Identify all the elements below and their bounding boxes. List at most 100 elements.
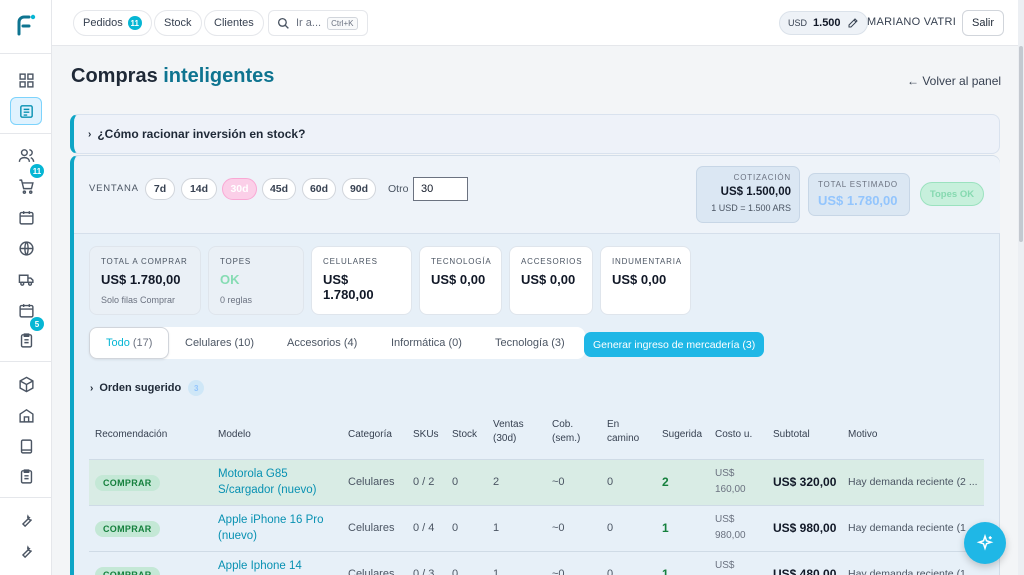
title-part1: Compras [71, 65, 164, 87]
en-camino-cell: 0 [607, 568, 614, 575]
category-tabs: Todo (17) Celulares (10) Accesorios (4) … [89, 327, 585, 359]
tab-count: (17) [132, 337, 153, 349]
kpi-label: CELULARES [323, 257, 378, 266]
skus-cell: 0 / 3 [413, 568, 435, 575]
sidebar-divider [0, 53, 51, 54]
subtotal-cell: US$ 480,00 [773, 567, 837, 575]
back-to-panel-link[interactable]: ← Volver al panel [907, 74, 1001, 88]
costo-line1: US$ [715, 468, 735, 479]
ventana-label: VENTANA [89, 183, 139, 194]
col-ventas-line2: (30d) [493, 433, 517, 444]
col-recomendacion[interactable]: Recomendación [95, 428, 167, 442]
topes-ok-button[interactable]: Topes OK [920, 182, 984, 206]
kpi-label: TECNOLOGÍA [431, 257, 492, 266]
tools-icon[interactable] [10, 537, 42, 565]
otro-days-input[interactable]: 30 [413, 177, 468, 201]
ventana-90d-button[interactable]: 90d [342, 178, 376, 200]
col-ventas[interactable]: Ventas (30d) [493, 418, 524, 446]
clientes-button[interactable]: Clientes [204, 10, 264, 36]
kpi-tecnologia: TECNOLOGÍA US$ 0,00 [419, 246, 502, 315]
tab-celulares[interactable]: Celulares (10) [185, 327, 254, 359]
modelo-link[interactable]: Apple Iphone 14 [218, 558, 302, 574]
tab-accesorios[interactable]: Accesorios (4) [287, 327, 357, 359]
stock-button[interactable]: Stock [154, 10, 202, 36]
truck-icon[interactable] [10, 265, 42, 293]
tab-informatica[interactable]: Informática (0) [391, 327, 462, 359]
ventana-7d-button[interactable]: 7d [145, 178, 175, 200]
table-row[interactable]: COMPRAR Motorola G85 S/cargador (nuevo) C… [89, 459, 984, 505]
app-logo-icon[interactable] [14, 13, 38, 37]
col-categoria[interactable]: Categoría [348, 428, 392, 442]
col-skus[interactable]: SKUs [413, 428, 439, 442]
tab-todo[interactable]: Todo (17) [89, 327, 170, 359]
col-camino-line1: En [607, 419, 620, 430]
cobertura-cell: ~0 [552, 568, 565, 575]
kpi-celulares: CELULARES US$ 1.780,00 [311, 246, 412, 315]
sidebar-divider [0, 361, 51, 362]
ventana-60d-button[interactable]: 60d [302, 178, 336, 200]
top-bar: Pedidos 11 Stock Clientes Ir a... Ctrl+K… [52, 0, 1024, 46]
box-icon[interactable] [10, 370, 42, 398]
calendar-icon[interactable] [10, 203, 42, 231]
ventas-cell: 2 [493, 476, 500, 488]
orden-count-badge: 3 [188, 380, 205, 396]
table-row[interactable]: COMPRAR Apple iPhone 16 Pro (nuevo) Celul… [89, 505, 984, 551]
clipboard-icon[interactable] [10, 326, 42, 354]
modelo-line2: (nuevo) [218, 530, 257, 542]
kpi-value: OK [220, 272, 240, 287]
col-stock[interactable]: Stock [452, 428, 477, 442]
subtotal-cell: US$ 980,00 [773, 521, 837, 535]
compras-icon[interactable] [10, 97, 42, 125]
costo-cell: US$ 980,00 [715, 512, 746, 544]
col-subtotal[interactable]: Subtotal [773, 428, 810, 442]
checklist-icon[interactable] [10, 462, 42, 490]
stock-cell: 0 [452, 476, 459, 488]
motivo-cell: Hay demanda reciente (2 ... [848, 476, 978, 488]
col-cob-line1: Cob. [552, 419, 574, 430]
cotizacion-label: COTIZACIÓN [733, 173, 791, 182]
tab-tecnologia[interactable]: Tecnología (3) [495, 327, 565, 359]
wrench-icon[interactable] [10, 506, 42, 534]
user-name[interactable]: MARIANO VATRI [867, 16, 956, 28]
col-costo[interactable]: Costo u. [715, 428, 752, 442]
tablet-icon[interactable] [10, 432, 42, 460]
pedidos-button[interactable]: Pedidos 11 [73, 10, 152, 36]
recommendation-badge: COMPRAR [95, 521, 160, 537]
cotizacion-card: COTIZACIÓN US$ 1.500,00 1 USD = 1.500 AR… [696, 166, 800, 223]
orden-sugerido-toggle[interactable]: › Orden sugerido 3 [90, 380, 205, 396]
rate-value: 1.500 [813, 17, 841, 29]
warehouse-icon[interactable] [10, 401, 42, 429]
col-en-camino[interactable]: En camino [607, 418, 639, 446]
col-modelo[interactable]: Modelo [218, 428, 251, 442]
help-accordion[interactable]: › ¿Cómo racionar inversión en stock? [70, 114, 1000, 154]
edit-icon[interactable] [847, 17, 859, 29]
globe-icon[interactable] [10, 234, 42, 262]
generate-ingreso-button[interactable]: Generar ingreso de mercadería (3) [584, 332, 765, 357]
ventana-45d-button[interactable]: 45d [262, 178, 296, 200]
modelo-link[interactable]: Apple iPhone 16 Pro (nuevo) [218, 512, 324, 544]
modelo-link[interactable]: Motorola G85 S/cargador (nuevo) [218, 466, 316, 498]
col-cobertura[interactable]: Cob. (sem.) [552, 418, 580, 446]
kpi-label: ACCESORIOS [521, 257, 583, 266]
chevron-right-icon: › [90, 382, 94, 394]
ventana-14d-button[interactable]: 14d [181, 178, 217, 200]
exchange-rate-pill[interactable]: USD 1.500 [779, 11, 868, 35]
dashboard-icon[interactable] [10, 66, 42, 94]
col-sugerida[interactable]: Sugerida [662, 428, 702, 442]
search-input[interactable]: Ir a... Ctrl+K [268, 10, 368, 36]
col-motivo[interactable]: Motivo [848, 428, 877, 442]
scrollbar-thumb[interactable] [1019, 46, 1023, 242]
table-row[interactable]: COMPRAR Apple Iphone 14 Celulares 0 / 3 … [89, 551, 984, 575]
ventana-30d-button[interactable]: 30d [222, 178, 257, 200]
logout-button[interactable]: Salir [962, 10, 1005, 36]
cart-icon[interactable] [10, 172, 42, 200]
kpi-total-comprar: TOTAL A COMPRAR US$ 1.780,00 Solo filas … [89, 246, 201, 315]
ai-assistant-button[interactable] [964, 522, 1006, 564]
categoria-cell: Celulares [348, 568, 395, 575]
total-estimado-card: TOTAL ESTIMADO US$ 1.780,00 [808, 173, 910, 216]
subtotal-cell: US$ 320,00 [773, 475, 837, 489]
tab-label: Todo [106, 337, 130, 349]
recommendation-badge: COMPRAR [95, 567, 160, 575]
stock-label: Stock [164, 17, 192, 29]
search-placeholder: Ir a... [296, 17, 322, 29]
